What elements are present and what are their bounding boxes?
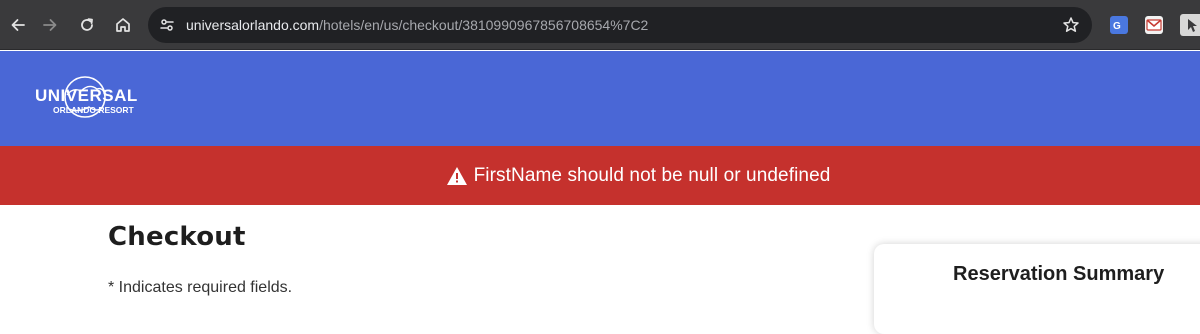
required-fields-note: * Indicates required fields. (108, 279, 293, 296)
error-banner: FirstName should not be null or undefine… (0, 146, 1200, 205)
cursor-icon (1188, 19, 1197, 32)
forward-button[interactable] (34, 9, 66, 41)
tune-icon (160, 19, 174, 31)
browser-toolbar: universalorlando.com/hotels/en/us/checko… (0, 0, 1200, 50)
star-icon (1063, 17, 1079, 32)
url-text[interactable]: universalorlando.com/hotels/en/us/checko… (186, 16, 648, 34)
extension-icon[interactable] (1180, 14, 1200, 36)
warning-icon (446, 166, 467, 185)
site-info-button[interactable] (154, 12, 180, 38)
svg-text:G: G (1113, 21, 1121, 32)
universal-logo[interactable]: UNIVERSAL ORLANDO RESORT (33, 69, 143, 129)
address-bar[interactable]: universalorlando.com/hotels/en/us/checko… (148, 7, 1092, 43)
reload-icon (81, 18, 93, 31)
translate-extension-icon[interactable]: G (1110, 16, 1128, 34)
url-path: /hotels/en/us/checkout/38109909678567086… (319, 17, 649, 33)
translate-icon: G (1113, 21, 1121, 32)
bookmark-button[interactable] (1060, 14, 1082, 36)
arrow-left-icon (11, 19, 25, 31)
url-host: universalorlando.com (186, 17, 320, 33)
site-header: UNIVERSAL ORLANDO RESORT (0, 51, 1200, 146)
mail-icon (1146, 19, 1162, 31)
error-content: FirstName should not be null or undefine… (446, 165, 831, 187)
mail-extension-icon[interactable] (1145, 16, 1163, 34)
reservation-summary-title: Reservation Summary (953, 263, 1165, 285)
arrow-right-icon (43, 19, 57, 31)
home-icon (116, 18, 130, 32)
reload-button[interactable] (71, 9, 103, 41)
reservation-summary-card: Reservation Summary (874, 244, 1200, 334)
back-button[interactable] (2, 9, 34, 41)
home-button[interactable] (107, 9, 139, 41)
error-message: FirstName should not be null or undefine… (473, 164, 831, 186)
logo-wordmark: UNIVERSAL (35, 86, 138, 105)
page-title: Checkout (108, 222, 246, 252)
logo-subtitle: ORLANDO RESORT (53, 105, 135, 115)
